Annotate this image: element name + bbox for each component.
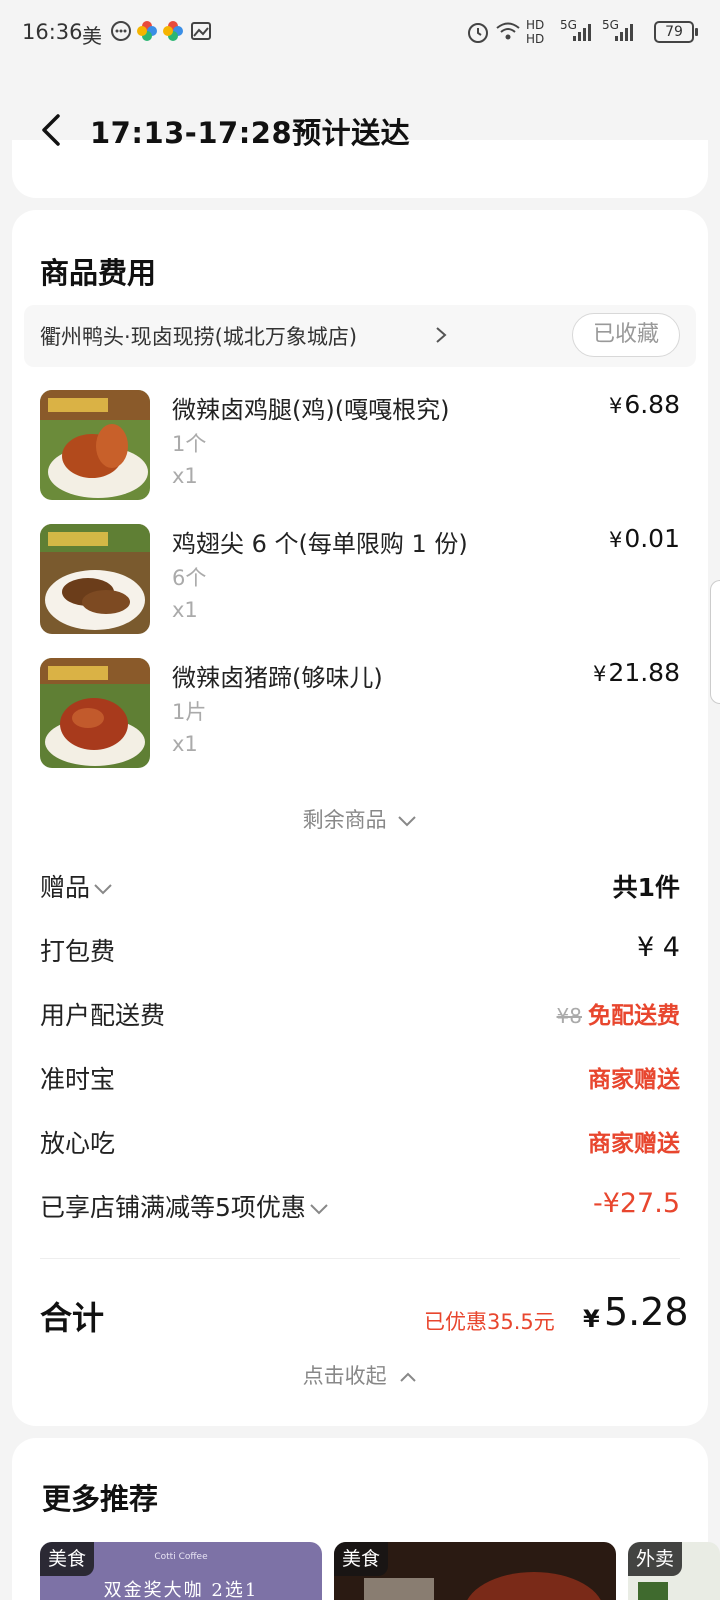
ontime-guarantee-label: 准时宝: [40, 1065, 116, 1094]
promo-text: 双金奖大咖 2选1: [103, 1580, 259, 1600]
delivery-fee-value: ¥8 免配送费: [556, 1003, 680, 1029]
chevron-down-icon: [398, 816, 417, 827]
product-image: [40, 390, 150, 500]
more-goods-label[interactable]: 剩余商品: [303, 808, 387, 832]
currency-symbol: ¥: [593, 662, 607, 686]
currency-symbol: ¥: [608, 394, 623, 418]
fees-card-title: 商品费用: [40, 256, 157, 290]
category-tag: 美食: [334, 1542, 389, 1576]
item-quantity: x1: [172, 598, 198, 622]
recommend-item[interactable]: 外卖: [628, 1542, 720, 1600]
alarm-icon: [468, 23, 488, 43]
divider: [40, 1258, 680, 1259]
item-price-value: 6.88: [624, 390, 680, 419]
discount-label[interactable]: 已享店铺满减等5项优惠: [40, 1188, 329, 1224]
item-spec: 6个: [172, 566, 207, 590]
hd-indicator: HD: [526, 32, 545, 46]
product-image: [40, 524, 150, 634]
item-price-value: 0.01: [624, 524, 680, 553]
battery-indicator: 79: [654, 21, 698, 43]
more-goods-toggle[interactable]: 剩余商品: [0, 804, 720, 834]
store-row[interactable]: 衢州鸭头·现卤现捞(城北万象城店) 已收藏: [24, 305, 696, 367]
item-spec: 1片: [172, 700, 207, 724]
favorite-button[interactable]: 已收藏: [572, 313, 680, 357]
item-price: ¥0.01: [609, 524, 680, 553]
list-item[interactable]: 鸡翅尖 6 个(每单限购 1 份) 6个 x1 ¥0.01: [40, 524, 680, 636]
item-price-value: 21.88: [608, 658, 680, 687]
packing-fee-label: 打包费: [40, 937, 116, 966]
gift-row[interactable]: 赠品 共1件: [40, 868, 680, 908]
chevron-up-icon: [400, 1372, 417, 1382]
discount-value: -¥27.5: [592, 1188, 680, 1219]
item-quantity: x1: [172, 732, 198, 756]
chevron-down-icon: [94, 884, 112, 895]
list-item[interactable]: 微辣卤鸡腿(鸡)(嘎嘎根究) 1个 x1 ¥6.88: [40, 390, 680, 502]
food-safety-label: 放心吃: [40, 1129, 116, 1158]
packing-fee-value: ¥ 4: [637, 932, 680, 963]
page-title: 17:13-17:28预计送达: [90, 116, 411, 150]
list-item[interactable]: 微辣卤猪蹄(够味儿) 1片 x1 ¥21.88: [40, 658, 680, 770]
product-image: [40, 658, 150, 768]
signal-icon: [615, 24, 633, 41]
delivery-fee-label: 用户配送费: [40, 1001, 166, 1030]
category-tag: 美食: [40, 1542, 95, 1576]
currency-symbol: ¥: [583, 1305, 600, 1333]
status-bar: 16:36 美 HD HD 5G 5G 79: [0, 0, 720, 66]
packing-fee-row: 打包费 ¥ 4: [40, 932, 680, 972]
back-arrow-icon[interactable]: [36, 110, 70, 150]
ontime-guarantee-row: 准时宝 商家赠送: [40, 1060, 680, 1100]
discount-row[interactable]: 已享店铺满减等5项优惠 -¥27.5: [40, 1188, 680, 1228]
wifi-icon: [496, 22, 520, 40]
total-discount: 已优惠35.5元: [424, 1310, 555, 1334]
gift-value: 共1件: [612, 873, 680, 902]
status-time: 16:36: [22, 20, 83, 44]
ontime-guarantee-value: 商家赠送: [588, 1067, 680, 1093]
gift-label[interactable]: 赠品: [40, 868, 113, 904]
item-spec: 1个: [172, 432, 207, 456]
recommend-title: 更多推荐: [42, 1482, 159, 1516]
food-safety-row: 放心吃 商家赠送: [40, 1124, 680, 1164]
delivery-fee-row: 用户配送费 ¥8 免配送费: [40, 996, 680, 1036]
original-delivery-fee: ¥8: [556, 1004, 582, 1028]
item-name: 微辣卤鸡腿(鸡)(嘎嘎根究): [172, 396, 450, 424]
gallery-icon: [191, 22, 211, 40]
app-flower-icon: [137, 21, 157, 41]
chevron-right-icon: [436, 327, 447, 343]
item-name: 鸡翅尖 6 个(每单限购 1 份): [172, 530, 468, 558]
food-safety-value: 商家赠送: [588, 1131, 680, 1157]
recommend-item[interactable]: 美食: [334, 1542, 616, 1600]
store-name[interactable]: 衢州鸭头·现卤现捞(城北万象城店): [40, 321, 357, 351]
total-amount: 5.28: [604, 1290, 689, 1334]
app-flower-icon: [163, 21, 183, 41]
category-tag: 外卖: [628, 1542, 683, 1576]
recommend-item[interactable]: Cotti Coffee 双金奖大咖 2选1 美食: [40, 1542, 322, 1600]
item-quantity: x1: [172, 464, 198, 488]
item-price: ¥6.88: [609, 390, 680, 419]
item-name: 微辣卤猪蹄(够味儿): [172, 664, 383, 692]
signal-icon: [573, 24, 591, 41]
status-app-indicator: 美: [82, 24, 102, 48]
currency-symbol: ¥: [608, 528, 623, 552]
message-icon: [111, 21, 131, 41]
chevron-down-icon: [310, 1204, 328, 1215]
side-drawer-handle[interactable]: [710, 580, 720, 704]
collapse-toggle[interactable]: 点击收起: [0, 1360, 720, 1390]
total-label: 合计: [40, 1299, 105, 1337]
collapse-label[interactable]: 点击收起: [303, 1364, 387, 1388]
item-price: ¥21.88: [593, 658, 680, 687]
hd-indicator: HD: [526, 18, 545, 32]
